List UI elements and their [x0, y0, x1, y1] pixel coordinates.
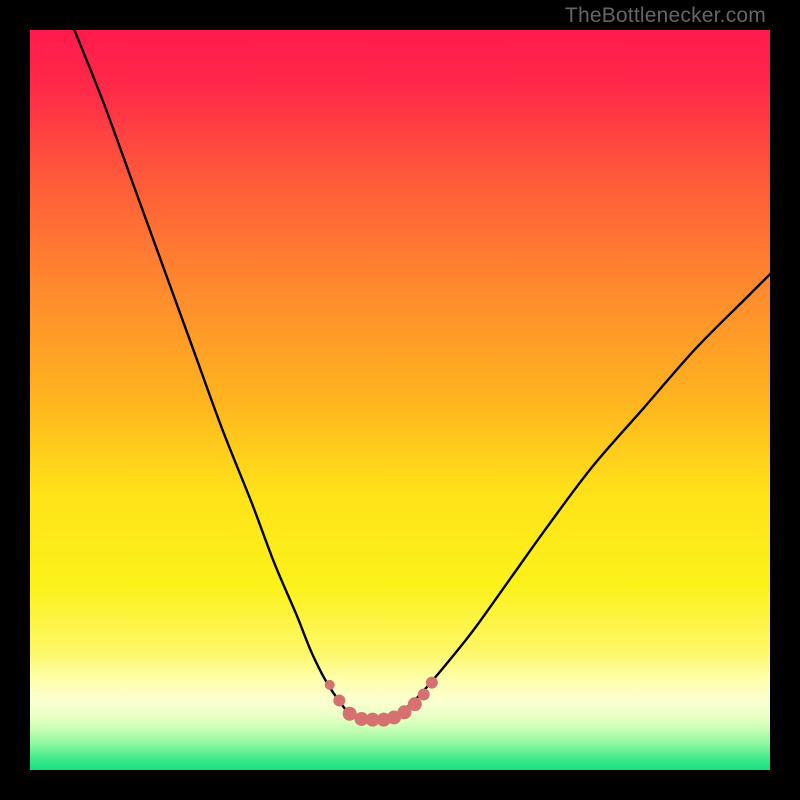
background-gradient [30, 30, 770, 770]
chart-frame: TheBottlenecker.com [0, 0, 800, 800]
watermark-text: TheBottlenecker.com [565, 4, 766, 28]
plot-area [30, 30, 770, 770]
